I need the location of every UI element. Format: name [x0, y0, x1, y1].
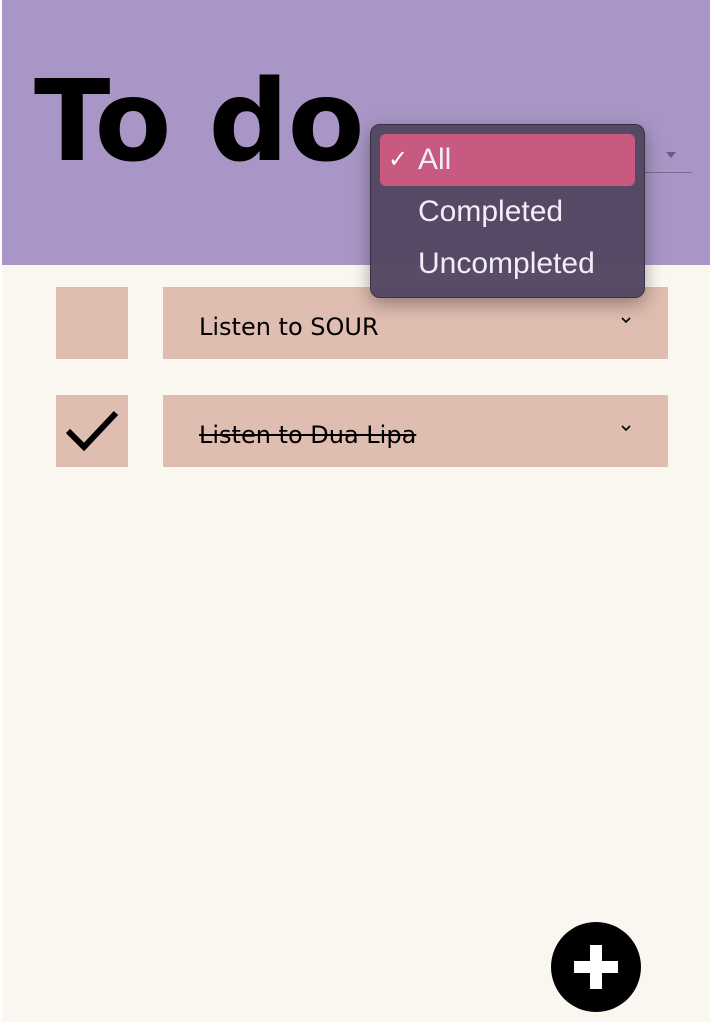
checkmark-icon [65, 410, 119, 452]
todo-item: Listen to Dua Lipa [56, 395, 668, 467]
todo-checkbox[interactable] [56, 287, 128, 359]
filter-option-uncompleted[interactable]: Uncompleted [380, 238, 635, 290]
chevron-down-icon[interactable] [620, 423, 632, 433]
filter-option-completed[interactable]: Completed [380, 186, 635, 238]
filter-option-label: Uncompleted [418, 247, 595, 280]
todo-text: Listen to Dua Lipa [199, 421, 417, 449]
plus-icon [574, 945, 618, 989]
todo-text: Listen to SOUR [199, 313, 379, 341]
chevron-down-icon[interactable] [620, 315, 632, 325]
filter-option-label: Completed [418, 195, 564, 228]
filter-option-label: All [418, 143, 452, 176]
page-title: To do [34, 57, 365, 187]
select-arrow-icon [666, 152, 676, 158]
filter-dropdown-menu: ✓ All Completed Uncompleted [370, 124, 645, 298]
filter-option-all[interactable]: ✓ All [380, 134, 635, 186]
app-container: To do ✓ All Completed Uncompleted Listen… [2, 0, 710, 1022]
todo-checkbox[interactable] [56, 395, 128, 467]
add-todo-button[interactable] [551, 922, 641, 1012]
checkmark-icon: ✓ [388, 146, 409, 173]
todo-item-body[interactable]: Listen to Dua Lipa [163, 395, 668, 467]
